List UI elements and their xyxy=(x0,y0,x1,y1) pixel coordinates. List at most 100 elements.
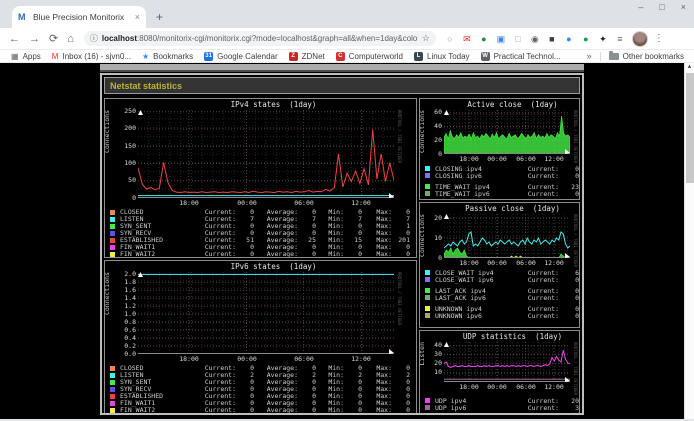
tab-strip: M Blue Precision Monitorix × + – □ × xyxy=(0,0,694,28)
legend-swatch xyxy=(425,313,430,318)
chart-panel-active-close[interactable]: Active close (1day) Connections 0204060 … xyxy=(419,98,580,200)
x-tick: 06:00 xyxy=(516,259,536,267)
forward-icon[interactable]: → xyxy=(29,33,40,45)
google-calendar-icon: 31 xyxy=(204,52,213,61)
dark-square-ext-icon[interactable]: ■ xyxy=(546,33,558,45)
legend-swatch xyxy=(425,405,430,410)
profile-avatar[interactable] xyxy=(632,31,648,47)
x-tick: 18:00 xyxy=(459,259,479,267)
eye-ext-icon[interactable]: ◉ xyxy=(529,33,541,45)
other-bookmarks-label: Other bookmarks xyxy=(623,52,684,61)
netstat-frame: Netstat statistics IPv4 states (1day) Co… xyxy=(100,73,584,415)
new-tab-button[interactable]: + xyxy=(156,10,163,24)
y-tick: 200 xyxy=(124,125,136,132)
legend-swatch xyxy=(425,295,430,300)
bookmarks-bar: ▦Apps MInbox (16) - sjvn0... ★Bookmarks 31G… xyxy=(0,50,694,63)
bookmark-zdnet[interactable]: ZZDNet xyxy=(289,52,325,61)
x-tick: 00:00 xyxy=(237,355,257,363)
bookmark-apps-grid[interactable]: ▦Apps xyxy=(11,52,41,61)
bookmark-wordpress[interactable]: WPractical Technol... xyxy=(481,52,561,61)
x-tick: 06:00 xyxy=(516,155,536,163)
y-tick: 20 xyxy=(434,360,442,367)
x-tick: 18:00 xyxy=(459,383,479,391)
blue-dot-ext-icon[interactable]: ● xyxy=(563,33,575,45)
chart-panel-udp-statistics[interactable]: UDP statistics (1day) Listen 10203040 18… xyxy=(419,330,580,415)
search-ext-icon[interactable]: ○ xyxy=(444,33,456,45)
other-bookmarks[interactable]: Other bookmarks xyxy=(609,52,684,61)
url-host: localhost xyxy=(102,34,137,43)
legend-row: SYN_RECVCurrent:0Average:0Min:0Max:0 xyxy=(110,385,416,392)
legend-row: TIME_WAIT ipv4Current:23 xyxy=(425,183,579,190)
bookmark-star[interactable]: ★Bookmarks xyxy=(142,52,193,61)
home-icon[interactable]: ⌂ xyxy=(67,33,74,45)
y-tick: 150 xyxy=(124,143,136,150)
legend-row: CLOSE_WAIT ipv4Current:6 xyxy=(425,269,579,276)
rrdtool-watermark: RRDTOOL / TOBI OETIKER xyxy=(395,272,403,325)
bookmark-computerworld[interactable]: CComputerworld xyxy=(336,52,403,61)
y-tick: 0 xyxy=(132,195,136,202)
x-tick: 00:00 xyxy=(237,199,257,207)
tab-monitorix[interactable]: M Blue Precision Monitorix × xyxy=(12,6,146,28)
legend-swatch xyxy=(110,238,115,243)
chart-panel-passive-close[interactable]: Passive close (1day) Connections 01020 1… xyxy=(419,202,580,328)
plot-area: 18:0000:0006:0012:00 xyxy=(444,342,570,390)
tab-close-icon[interactable]: × xyxy=(135,12,140,22)
legend-swatch xyxy=(425,288,430,293)
bookmark-star-icon[interactable]: ☆ xyxy=(422,33,430,44)
legend-row: FIN_WAIT1Current:0Average:0Min:0Max:0 xyxy=(110,243,416,250)
bookmarks-overflow-icon[interactable]: » xyxy=(587,51,592,61)
bookmark-gmail[interactable]: MInbox (16) - sjvn0... xyxy=(52,52,131,61)
browser-menu-icon[interactable]: ⋮ xyxy=(654,33,664,44)
maximize-button[interactable]: □ xyxy=(659,2,664,12)
minimize-button[interactable]: – xyxy=(638,2,643,12)
chart-panel-ipv4-states[interactable]: IPv4 states (1day) Connections 050100150… xyxy=(104,98,417,258)
legend-row: UDP ipv4Current:20 xyxy=(425,397,579,404)
frame-ext-icon[interactable]: □ xyxy=(512,33,524,45)
legend-row: LISTENCurrent:7Average:7Min:7Max:7 xyxy=(110,215,416,222)
chart-legend-passive-close: CLOSE_WAIT ipv4Current:6CLOSE_WAIT ipv6C… xyxy=(420,267,579,319)
chart-panel-ipv6-states[interactable]: IPv6 states (1day) Connections 0.00.20.4… xyxy=(104,260,417,415)
linux-today-icon: L xyxy=(414,52,423,61)
rrdtool-watermark: RRDTOOL / TOBI OETIKER xyxy=(571,214,579,267)
scrollbar-thumb[interactable] xyxy=(686,73,694,183)
gmail-ext-icon[interactable]: ✉ xyxy=(461,33,473,45)
chart-legend-ipv4: CLOSEDCurrent:0Average:0Min:0Max:0LISTEN… xyxy=(105,206,416,257)
pages-ext-icon[interactable]: ▣ xyxy=(495,33,507,45)
y-tick: 1.6 xyxy=(124,287,136,294)
y-axis-ticks: 0.00.20.40.60.81.01.21.41.61.82.0 xyxy=(114,272,138,354)
green-dot-ext-icon[interactable]: ● xyxy=(580,33,592,45)
legend-swatch xyxy=(110,210,115,215)
reload-icon[interactable]: ⟳ xyxy=(49,32,58,45)
scrollbar-up-icon[interactable]: ▲ xyxy=(685,63,694,72)
y-axis-ticks: 050100150200250 xyxy=(114,110,138,198)
legend-row: ESTABLISHEDCurrent:51Average:25Min:15Max… xyxy=(110,236,416,243)
globe-ext-icon[interactable]: ● xyxy=(478,33,490,45)
section-title: Netstat statistics xyxy=(105,81,182,91)
legend-swatch xyxy=(425,191,430,196)
y-tick: 250 xyxy=(124,108,136,115)
apps-grid-icon: ▦ xyxy=(11,52,19,61)
legend-swatch xyxy=(110,401,115,406)
y-axis-ticks: 0204060 xyxy=(429,110,444,154)
address-bar[interactable]: ⓘ localhost:8080/monitorix-cgi/monitorix… xyxy=(84,31,436,46)
pin-ext-icon[interactable]: ✦ xyxy=(597,33,609,45)
legend-row: ESTABLISHEDCurrent:0Average:0Min:0Max:0 xyxy=(110,392,416,399)
x-axis-ticks: 18:0000:0006:0012:00 xyxy=(138,354,394,362)
page-info-icon[interactable]: ⓘ xyxy=(90,33,98,44)
page-scrollbar[interactable]: ▲ xyxy=(684,63,694,421)
bookmark-label: Practical Technol... xyxy=(494,52,561,61)
rrdtool-watermark: RRDTOOL / TOBI OETIKER xyxy=(571,110,579,163)
x-tick: 18:00 xyxy=(459,155,479,163)
udp-statistics-plot xyxy=(444,342,570,382)
close-button[interactable]: × xyxy=(681,2,686,12)
plot-area: 18:0000:0006:0012:00 xyxy=(444,110,570,162)
legend-row: SYN_RECVCurrent:0Average:0Min:0Max:0 xyxy=(110,229,416,236)
bookmark-google-calendar[interactable]: 31Google Calendar xyxy=(204,52,277,61)
tab-title: Blue Precision Monitorix xyxy=(33,12,131,22)
y-tick: 40 xyxy=(434,342,442,349)
bookmark-linux-today[interactable]: LLinux Today xyxy=(414,52,470,61)
star-icon: ★ xyxy=(142,52,149,61)
back-icon[interactable]: ← xyxy=(9,33,20,45)
list-ext-icon[interactable]: ≡ xyxy=(614,33,626,45)
plot-area: 18:0000:0006:0012:00 xyxy=(138,272,394,362)
